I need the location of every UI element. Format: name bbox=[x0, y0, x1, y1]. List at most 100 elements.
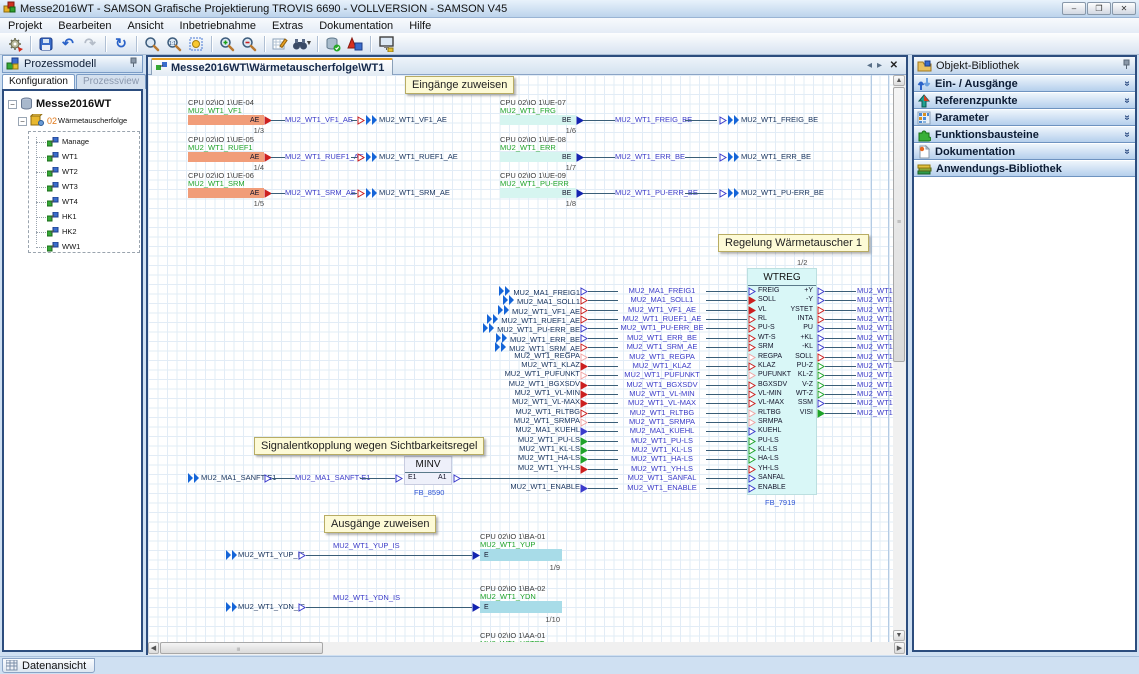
menu-bar: ProjektBearbeitenAnsichtInbetriebnahmeEx… bbox=[0, 18, 1139, 33]
binoculars-dropdown-button[interactable]: ▼ bbox=[291, 34, 313, 53]
document-tab[interactable]: Messe2016WT\Wärmetauscherfolge\WT1 bbox=[151, 58, 393, 75]
io-output-bar[interactable] bbox=[480, 601, 562, 613]
chevron-expand-icon[interactable]: » bbox=[1122, 132, 1133, 138]
wtreg-output-label: MU2_WT1 bbox=[857, 315, 893, 323]
tree-item-wt1[interactable]: WT1 bbox=[62, 153, 78, 161]
chevron-expand-icon[interactable]: » bbox=[1122, 115, 1133, 121]
zoom-100-button[interactable]: 1:1 bbox=[163, 34, 185, 53]
open-blue-arrow-icon bbox=[719, 116, 727, 128]
wtreg-source-arrow-icon bbox=[580, 465, 588, 477]
reference-chevron-icon bbox=[187, 473, 200, 486]
wtreg-title: WTREG bbox=[748, 272, 816, 286]
diagram-canvas[interactable]: Eingänge zuweisenRegelung Wärmetauscher … bbox=[148, 75, 893, 642]
save-button[interactable] bbox=[35, 34, 57, 53]
undo-button[interactable]: ↶ bbox=[57, 34, 79, 53]
wtreg-source-group: MU2_WT1_VL-MIN bbox=[448, 389, 580, 397]
reference-target-label: MU2_WT1_SRM_AE bbox=[379, 189, 450, 197]
connection-line bbox=[360, 478, 395, 479]
tab-scroll-right-icon[interactable]: ▸ bbox=[877, 60, 882, 71]
wtreg-output-pin-label: PU bbox=[777, 324, 813, 332]
tab-prozessview[interactable]: Prozessview bbox=[76, 74, 146, 89]
grid-edit-button[interactable] bbox=[269, 34, 291, 53]
io-block-signal-label: MU2_WT1_SRM bbox=[188, 180, 245, 188]
wtreg-input-mid-label: MU2_WT1_VL-MIN bbox=[618, 390, 706, 398]
tree-folder-label[interactable]: Wärmetauscherfolge bbox=[58, 117, 127, 125]
block-icon bbox=[47, 227, 59, 240]
chevron-expand-icon[interactable]: » bbox=[1122, 81, 1133, 87]
connection-line bbox=[588, 319, 618, 320]
tree-root-label[interactable]: Messe2016WT bbox=[36, 100, 111, 108]
io-output-bar[interactable] bbox=[480, 549, 562, 561]
menu-projekt[interactable]: Projekt bbox=[0, 20, 50, 32]
tree-item-hk2[interactable]: HK2 bbox=[62, 228, 77, 236]
library-section-dokumentation[interactable]: Dokumentation» bbox=[914, 143, 1135, 160]
redo-button[interactable]: ↷ bbox=[79, 34, 101, 53]
chevron-expand-icon[interactable]: » bbox=[1122, 149, 1133, 155]
tab-close-icon[interactable]: ✕ bbox=[890, 60, 898, 71]
wtreg-input-pin-label: PU-S bbox=[758, 324, 775, 332]
library-section-parameter[interactable]: Parameter» bbox=[914, 109, 1135, 126]
tab-scroll-left-icon[interactable]: ◂ bbox=[867, 60, 872, 71]
monitor-network-button[interactable] bbox=[375, 34, 397, 53]
connection-line bbox=[706, 347, 747, 348]
menu-dokumentation[interactable]: Dokumentation bbox=[311, 20, 401, 32]
io-pin-arrow-icon bbox=[576, 189, 584, 201]
wtreg-output-label: MU2_WT1 bbox=[857, 324, 893, 332]
menu-hilfe[interactable]: Hilfe bbox=[401, 20, 439, 32]
chevron-expand-icon[interactable]: » bbox=[1122, 98, 1133, 104]
tree-item-manage[interactable]: Manage bbox=[62, 138, 89, 146]
tree-item-wt4[interactable]: WT4 bbox=[62, 198, 78, 206]
wtreg-input-pin-label: SRMPA bbox=[758, 418, 782, 426]
maximize-button[interactable]: ❐ bbox=[1087, 2, 1111, 15]
tree-item-wt3[interactable]: WT3 bbox=[62, 183, 78, 191]
library-section-referenzpunkte[interactable]: Referenzpunkte» bbox=[914, 92, 1135, 109]
connection-line bbox=[706, 431, 747, 432]
objects-3d-button[interactable] bbox=[344, 34, 366, 53]
library-section-ein-ausgänge[interactable]: Ein- / Ausgänge» bbox=[914, 75, 1135, 92]
tab-konfiguration[interactable]: Konfiguration bbox=[2, 74, 75, 89]
connection-line bbox=[706, 338, 747, 339]
wtreg-input-mid-label: MU2_WT1_VL-MAX bbox=[618, 399, 706, 407]
wtreg-source-group: MU2_WT1_ENABLE bbox=[448, 483, 580, 491]
menu-extras[interactable]: Extras bbox=[264, 20, 311, 32]
minimize-button[interactable]: – bbox=[1062, 2, 1086, 15]
refresh-button[interactable]: ↻ bbox=[110, 34, 132, 53]
connection-line bbox=[706, 328, 747, 329]
zoom-out-button[interactable] bbox=[238, 34, 260, 53]
horizontal-scrollbar[interactable]: ◀ ≡ ▶ bbox=[148, 642, 906, 655]
connection-line bbox=[706, 488, 747, 489]
tree-expand-root[interactable]: − bbox=[8, 100, 17, 109]
data-view-tab[interactable]: Datenansicht bbox=[2, 658, 95, 673]
connection-line bbox=[706, 422, 747, 423]
connection-line bbox=[706, 441, 747, 442]
library-section-anwendungs-bibliothek[interactable]: Anwendungs-Bibliothek bbox=[914, 160, 1135, 177]
process-gear-button[interactable] bbox=[4, 34, 26, 53]
reference-chevron-icon bbox=[365, 152, 378, 165]
connection-line bbox=[706, 300, 747, 301]
database-check-button[interactable] bbox=[322, 34, 344, 53]
io-channel-number: 1/8 bbox=[546, 200, 576, 208]
vertical-scrollbar[interactable]: ▲ ≡ ▼ bbox=[893, 75, 906, 642]
tree-item-hk1[interactable]: HK1 bbox=[62, 213, 77, 221]
zoom-fit-button[interactable] bbox=[185, 34, 207, 53]
connection-line bbox=[706, 394, 747, 395]
close-button[interactable]: ✕ bbox=[1112, 2, 1136, 15]
pin-icon[interactable] bbox=[129, 57, 138, 71]
zoom-button[interactable] bbox=[141, 34, 163, 53]
wtreg-source-group: MU2_MA1_KUEHL bbox=[448, 426, 580, 434]
wtreg-source-label: MU2_WT1_BGXSDV bbox=[509, 380, 580, 388]
tree-item-wt2[interactable]: WT2 bbox=[62, 168, 78, 176]
pin-icon[interactable] bbox=[1122, 59, 1131, 73]
tree-expand-folder[interactable]: − bbox=[18, 117, 27, 126]
menu-bearbeiten[interactable]: Bearbeiten bbox=[50, 20, 119, 32]
menu-ansicht[interactable]: Ansicht bbox=[119, 20, 171, 32]
connection-line bbox=[588, 488, 618, 489]
tree-item-ww1[interactable]: WW1 bbox=[62, 243, 80, 251]
zoom-in-button[interactable] bbox=[216, 34, 238, 53]
connection-line bbox=[588, 385, 618, 386]
wtreg-source-label: MU2_WT1_RLTBG bbox=[516, 408, 580, 416]
wtreg-source-label: MU2_WT1_YH-LS bbox=[518, 464, 580, 472]
menu-inbetriebnahme[interactable]: Inbetriebnahme bbox=[172, 20, 264, 32]
wtreg-source-label: MU2_MA1_KUEHL bbox=[515, 426, 580, 434]
library-section-funktionsbausteine[interactable]: Funktionsbausteine» bbox=[914, 126, 1135, 143]
